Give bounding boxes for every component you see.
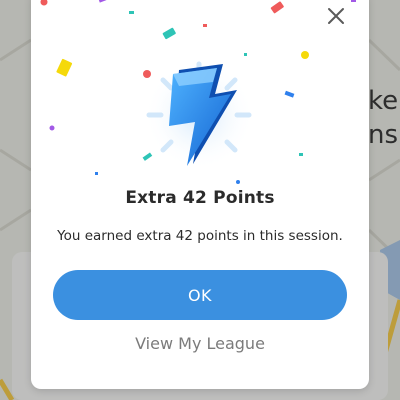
dialog-title: Extra 42 Points	[125, 188, 275, 208]
close-icon	[328, 8, 344, 24]
lightning-bolt-icon	[144, 60, 254, 170]
points-dialog: Extra 42 Points You earned extra 42 poin…	[31, 0, 369, 389]
view-league-link[interactable]: View My League	[31, 334, 369, 353]
close-button[interactable]	[325, 5, 347, 27]
dialog-message: You earned extra 42 points in this sessi…	[57, 228, 343, 244]
ok-button[interactable]: OK	[53, 270, 347, 320]
